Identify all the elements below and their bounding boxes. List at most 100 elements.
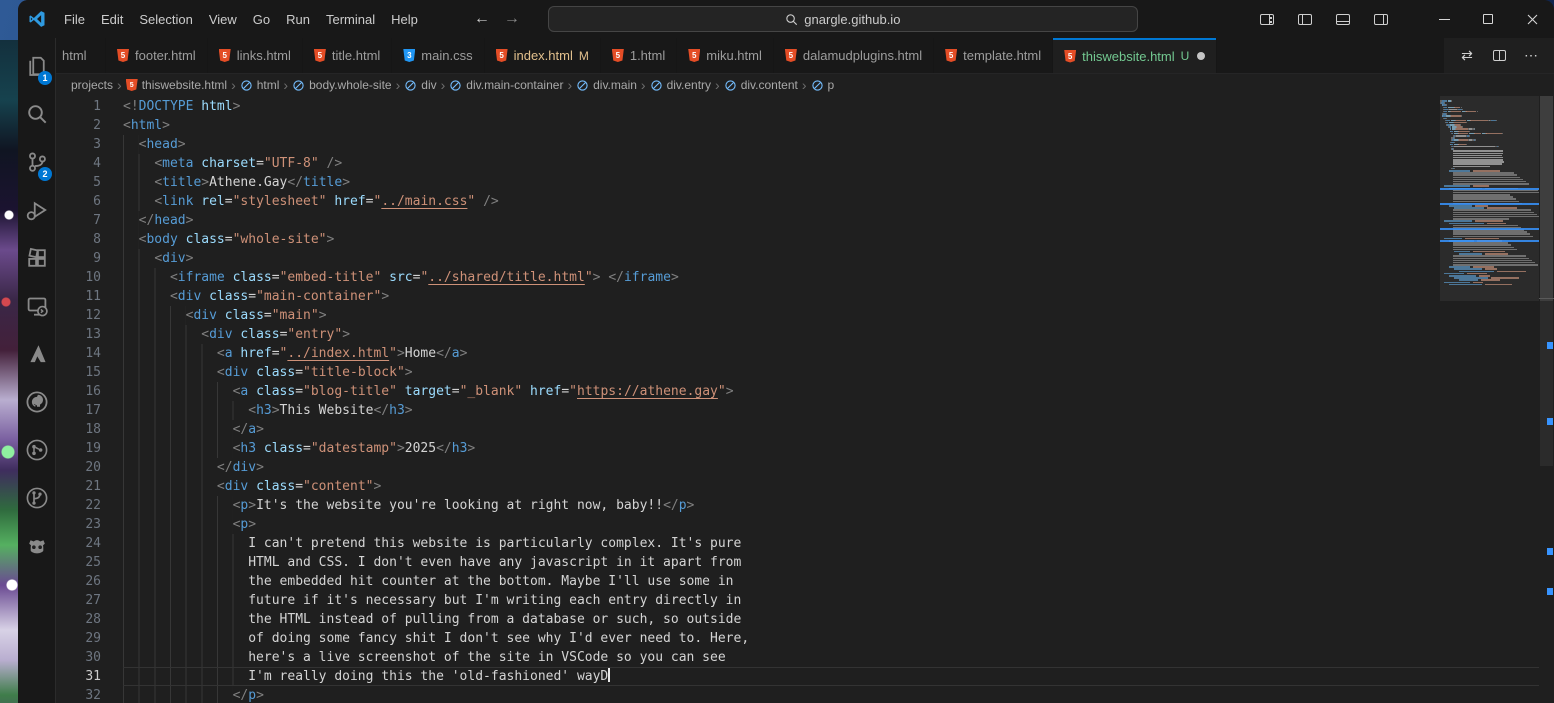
menu-selection[interactable]: Selection	[131, 8, 200, 31]
code-line[interactable]: </head>	[123, 211, 1539, 230]
remote-explorer-icon[interactable]	[18, 282, 55, 330]
line-number[interactable]: 25	[56, 553, 123, 572]
line-number[interactable]: 6	[56, 192, 123, 211]
github-icon[interactable]	[18, 378, 55, 426]
code-line[interactable]: of doing some fancy shit I don't see why…	[123, 629, 1539, 648]
code-line[interactable]: <link rel="stylesheet" href="../main.css…	[123, 192, 1539, 211]
code-line[interactable]: <!DOCTYPE html>	[123, 97, 1539, 116]
code-line[interactable]: <html>	[123, 116, 1539, 135]
forward-arrow-button[interactable]: →	[504, 10, 520, 28]
line-number[interactable]: 14	[56, 344, 123, 363]
more-actions-icon[interactable]: ⋯	[1520, 45, 1542, 67]
line-number[interactable]: 5	[56, 173, 123, 192]
open-changes-icon[interactable]: ⇄	[1456, 45, 1478, 67]
code-line[interactable]: I can't pretend this website is particul…	[123, 534, 1539, 553]
tab-miku.html[interactable]: 5miku.html	[677, 38, 774, 73]
gitlens-icon[interactable]	[18, 474, 55, 522]
line-number[interactable]: 8	[56, 230, 123, 249]
code-line[interactable]: <div class="title-block">	[123, 363, 1539, 382]
code-line[interactable]: here's a live screenshot of the site in …	[123, 648, 1539, 667]
scrollbar-thumb[interactable]	[1540, 96, 1553, 301]
menu-file[interactable]: File	[56, 8, 93, 31]
breadcrumb-item-div.main[interactable]: div.main	[576, 78, 637, 92]
code-line[interactable]: <head>	[123, 135, 1539, 154]
line-number[interactable]: 28	[56, 610, 123, 629]
code-line[interactable]: <div class="main-container">	[123, 287, 1539, 306]
breadcrumb-item-div.entry[interactable]: div.entry	[650, 78, 711, 92]
tab-template.html[interactable]: 5template.html	[934, 38, 1053, 73]
code-line[interactable]: future if it's necessary but I'm writing…	[123, 591, 1539, 610]
unsaved-dot-icon[interactable]	[1197, 52, 1205, 60]
line-number[interactable]: 22	[56, 496, 123, 515]
code-line[interactable]: I'm really doing this the 'old-fashioned…	[123, 667, 1539, 686]
line-number[interactable]: 9	[56, 249, 123, 268]
line-number[interactable]: 19	[56, 439, 123, 458]
tab-links.html[interactable]: 5links.html	[208, 38, 303, 73]
breadcrumb-item-projects[interactable]: projects	[71, 78, 113, 92]
maximize-button[interactable]	[1466, 0, 1510, 38]
toggle-primary-sidebar-icon[interactable]	[1290, 6, 1320, 32]
line-number[interactable]: 13	[56, 325, 123, 344]
code-line[interactable]: <div class="entry">	[123, 325, 1539, 344]
code-line[interactable]: <a href="../index.html">Home</a>	[123, 344, 1539, 363]
line-number[interactable]: 12	[56, 306, 123, 325]
code-line[interactable]: <p>	[123, 515, 1539, 534]
minimap[interactable]	[1440, 96, 1539, 460]
line-number[interactable]: 26	[56, 572, 123, 591]
customize-layout-icon[interactable]	[1252, 6, 1282, 32]
line-number[interactable]: 18	[56, 420, 123, 439]
minimize-button[interactable]	[1422, 0, 1466, 38]
line-number[interactable]: 21	[56, 477, 123, 496]
line-number[interactable]: 17	[56, 401, 123, 420]
explorer-icon[interactable]: 1	[18, 42, 55, 90]
tab-1.html[interactable]: 51.html	[601, 38, 677, 73]
code-line[interactable]: </div>	[123, 458, 1539, 477]
menu-go[interactable]: Go	[245, 8, 278, 31]
line-number[interactable]: 29	[56, 629, 123, 648]
code-line[interactable]: <div class="main">	[123, 306, 1539, 325]
code-line[interactable]: <h3>This Website</h3>	[123, 401, 1539, 420]
toggle-panel-icon[interactable]	[1328, 6, 1358, 32]
code-line[interactable]: </p>	[123, 686, 1539, 703]
scrollbar[interactable]	[1539, 96, 1554, 703]
line-number[interactable]: 24	[56, 534, 123, 553]
code-editor[interactable]: 1<!DOCTYPE html>2<html>3 <head>4 <meta c…	[56, 96, 1554, 703]
code-line[interactable]: <div class="content">	[123, 477, 1539, 496]
code-line[interactable]: <a class="blog-title" target="_blank" hr…	[123, 382, 1539, 401]
split-editor-icon[interactable]	[1488, 45, 1510, 67]
code-line[interactable]: <meta charset="UTF-8" />	[123, 154, 1539, 173]
line-number[interactable]: 3	[56, 135, 123, 154]
code-line[interactable]: HTML and CSS. I don't even have any java…	[123, 553, 1539, 572]
breadcrumb-item-body.whole-site[interactable]: body.whole-site	[292, 78, 392, 92]
menu-edit[interactable]: Edit	[93, 8, 131, 31]
code-line[interactable]: <title>Athene.Gay</title>	[123, 173, 1539, 192]
back-arrow-button[interactable]: ←	[474, 10, 490, 28]
search-icon[interactable]	[18, 90, 55, 138]
line-number[interactable]: 7	[56, 211, 123, 230]
close-button[interactable]	[1510, 0, 1554, 38]
line-number[interactable]: 1	[56, 97, 123, 116]
minimap-viewport-slider[interactable]	[1440, 96, 1539, 301]
menu-view[interactable]: View	[201, 8, 245, 31]
line-number[interactable]: 23	[56, 515, 123, 534]
breadcrumb-item-div.main-container[interactable]: div.main-container	[449, 78, 563, 92]
tab-main.css[interactable]: 3main.css	[392, 38, 484, 73]
line-number[interactable]: 4	[56, 154, 123, 173]
run-and-debug-icon[interactable]	[18, 186, 55, 234]
code-line[interactable]: <p>It's the website you're looking at ri…	[123, 496, 1539, 515]
line-number[interactable]: 11	[56, 287, 123, 306]
tab-title.html[interactable]: 5title.html	[303, 38, 392, 73]
command-center-search[interactable]: gnargle.github.io	[548, 6, 1138, 32]
line-number[interactable]: 20	[56, 458, 123, 477]
godot-icon[interactable]	[18, 522, 55, 570]
breadcrumb-item-div.content[interactable]: div.content	[724, 78, 798, 92]
code-line[interactable]: <div>	[123, 249, 1539, 268]
code-line[interactable]: the HTML instead of pulling from a datab…	[123, 610, 1539, 629]
line-number[interactable]: 15	[56, 363, 123, 382]
tab-footer.html[interactable]: 5footer.html	[106, 38, 208, 73]
breadcrumb-item-thiswebsite.html[interactable]: 5thiswebsite.html	[126, 78, 227, 92]
line-number[interactable]: 2	[56, 116, 123, 135]
tab-thiswebsite.html[interactable]: 5thiswebsite.htmlU	[1053, 38, 1217, 73]
menu-run[interactable]: Run	[278, 8, 318, 31]
menu-help[interactable]: Help	[383, 8, 426, 31]
